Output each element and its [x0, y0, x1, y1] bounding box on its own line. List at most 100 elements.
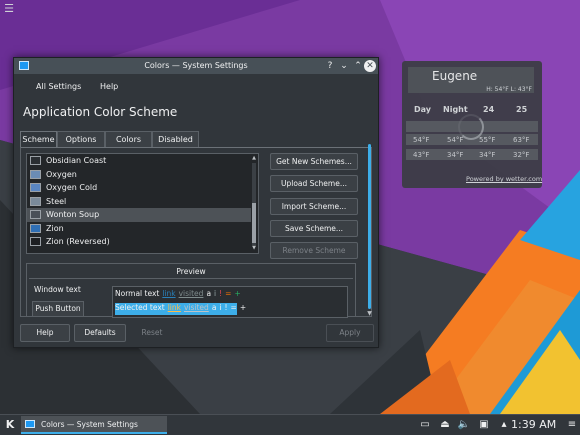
weather-low: 43°F	[413, 151, 430, 159]
tab-scheme[interactable]: Scheme	[20, 131, 57, 147]
battery-icon[interactable]: ▭	[418, 418, 432, 432]
reset-button[interactable]: Reset	[130, 324, 174, 342]
scheme-preview-icon	[30, 223, 41, 233]
weather-lows-row: 43°F 34°F 34°F 32°F	[406, 149, 538, 160]
preview-selected-visited[interactable]: visited	[184, 303, 209, 312]
maximize-icon[interactable]: ⌃	[352, 60, 364, 72]
clock[interactable]: 1:39 AM	[511, 418, 556, 431]
menu-all-settings[interactable]: All Settings	[36, 82, 81, 91]
task-item-system-settings[interactable]: Colors — System Settings	[21, 416, 167, 434]
preview-symbol: a	[206, 289, 212, 298]
scroll-down-icon[interactable]: ▼	[366, 310, 373, 317]
scheme-preview-icon	[30, 183, 41, 192]
tab-colors[interactable]: Colors	[105, 131, 152, 147]
window-scrollbar-thumb[interactable]	[368, 144, 371, 309]
network-icon[interactable]: ▣	[477, 418, 491, 432]
preview-divider	[29, 278, 353, 279]
tray-expand-icon[interactable]: ▴	[497, 418, 511, 432]
preview-title: Preview	[176, 267, 206, 276]
import-scheme-button[interactable]: Import Scheme...	[270, 198, 358, 215]
preview-symbol: =	[225, 289, 232, 298]
scheme-name: Oxygen	[46, 169, 77, 179]
window-titlebar[interactable]: Colors — System Settings ? ⌄ ⌃ ✕	[14, 58, 378, 74]
list-item-selected[interactable]: Wonton Soup	[27, 208, 251, 222]
scheme-preview-icon	[30, 196, 41, 206]
weather-low: 34°F	[479, 151, 496, 159]
weather-city: Eugene	[432, 69, 478, 83]
weather-high-low: H: 54°F L: 43°F	[486, 86, 532, 93]
upload-scheme-button[interactable]: Upload Scheme...	[270, 175, 358, 192]
scheme-list[interactable]: Obsidian Coast Oxygen Oxygen Cold Steel …	[26, 153, 259, 254]
scheme-tab-panel: Obsidian Coast Oxygen Oxygen Cold Steel …	[20, 147, 372, 318]
preview-window-text: Window text	[34, 285, 81, 294]
list-item[interactable]: Oxygen Cold	[27, 181, 251, 195]
preview-symbol: +	[234, 289, 241, 298]
preview-symbol: i	[214, 289, 217, 298]
usb-device-icon[interactable]: ⏏	[438, 418, 452, 432]
preview-link[interactable]: link	[162, 289, 175, 298]
preview-symbol: a	[211, 303, 217, 312]
scheme-name: Zion	[46, 223, 64, 233]
preview-symbol: !	[219, 289, 223, 298]
preview-visited-link[interactable]: visited	[179, 289, 204, 298]
colors-app-icon	[25, 420, 35, 428]
list-item[interactable]: Zion	[27, 222, 251, 236]
weather-low: 34°F	[447, 151, 464, 159]
preview-normal-text: Normal text	[115, 289, 160, 298]
save-scheme-button[interactable]: Save Scheme...	[270, 220, 358, 237]
preview-selected-link[interactable]: link	[168, 303, 181, 312]
weather-powered-by-link[interactable]: Powered by wetter.com	[466, 175, 542, 183]
scheme-name: Oxygen Cold	[46, 183, 98, 192]
window-scrollbar[interactable]: ▼	[366, 142, 373, 319]
preview-group: Preview Window text Push Button Normal t…	[26, 263, 356, 318]
weather-high: 54°F	[413, 136, 430, 144]
scroll-down-icon[interactable]: ▼	[251, 245, 257, 251]
scheme-list-scrollbar[interactable]: ▲ ▼	[251, 155, 257, 252]
menu-help[interactable]: Help	[100, 82, 118, 91]
system-settings-window: Colors — System Settings ? ⌄ ⌃ ✕ All Set…	[13, 57, 379, 348]
scheme-preview-icon	[30, 169, 41, 179]
preview-symbol: i	[219, 303, 222, 312]
remove-scheme-button[interactable]: Remove Scheme	[270, 242, 358, 259]
list-item[interactable]: Zion (Reversed)	[27, 235, 251, 249]
get-new-schemes-button[interactable]: Get New Schemes...	[270, 153, 358, 170]
taskbar: K Colors — System Settings ▭ ⏏ 🔈 ▣ ▴ 1:3…	[0, 414, 580, 435]
preview-symbol: !	[224, 303, 228, 312]
panel-menu-icon[interactable]: ≡	[565, 418, 579, 432]
close-icon[interactable]: ✕	[364, 60, 376, 72]
scheme-name: Steel	[46, 196, 67, 206]
list-item[interactable]: Oxygen	[27, 168, 251, 182]
preview-selected-text: Selected text	[115, 303, 165, 312]
help-icon[interactable]: ?	[324, 60, 336, 72]
list-item[interactable]: Steel	[27, 195, 251, 209]
minimize-icon[interactable]: ⌄	[338, 60, 350, 72]
weather-header-day: Day	[414, 105, 432, 114]
kde-launcher-icon[interactable]: K	[2, 417, 18, 433]
volume-icon[interactable]: 🔈	[457, 418, 471, 432]
weather-low: 32°F	[513, 151, 530, 159]
scheme-name: Zion (Reversed)	[46, 237, 110, 246]
weather-high: 63°F	[513, 136, 530, 144]
loading-spinner-icon	[458, 114, 484, 140]
scheme-name: Wonton Soup	[46, 210, 100, 219]
hamburger-icon[interactable]: ☰	[3, 3, 15, 15]
weather-header-25: 25	[516, 105, 528, 114]
preview-symbol: +	[239, 303, 247, 312]
weather-header-night: Night	[443, 105, 468, 114]
preview-selected-line: Selected text link visited a i! = +	[115, 303, 246, 315]
page-title: Application Color Scheme	[23, 105, 178, 119]
scroll-up-icon[interactable]: ▲	[251, 155, 257, 161]
task-title: Colors — System Settings	[41, 420, 138, 429]
weather-high: 54°F	[447, 136, 464, 144]
list-item[interactable]: Obsidian Coast	[27, 154, 251, 168]
tab-disabled[interactable]: Disabled	[152, 131, 199, 147]
preview-symbol: =	[230, 303, 237, 312]
help-button[interactable]: Help	[20, 324, 70, 342]
scrollbar-thumb[interactable]	[252, 203, 256, 243]
apply-button[interactable]: Apply	[326, 324, 374, 342]
tab-options[interactable]: Options	[57, 131, 105, 147]
defaults-button[interactable]: Defaults	[74, 324, 126, 342]
preview-push-button[interactable]: Push Button	[32, 301, 84, 317]
scheme-preview-icon	[30, 156, 41, 165]
weather-header-24: 24	[483, 105, 495, 114]
